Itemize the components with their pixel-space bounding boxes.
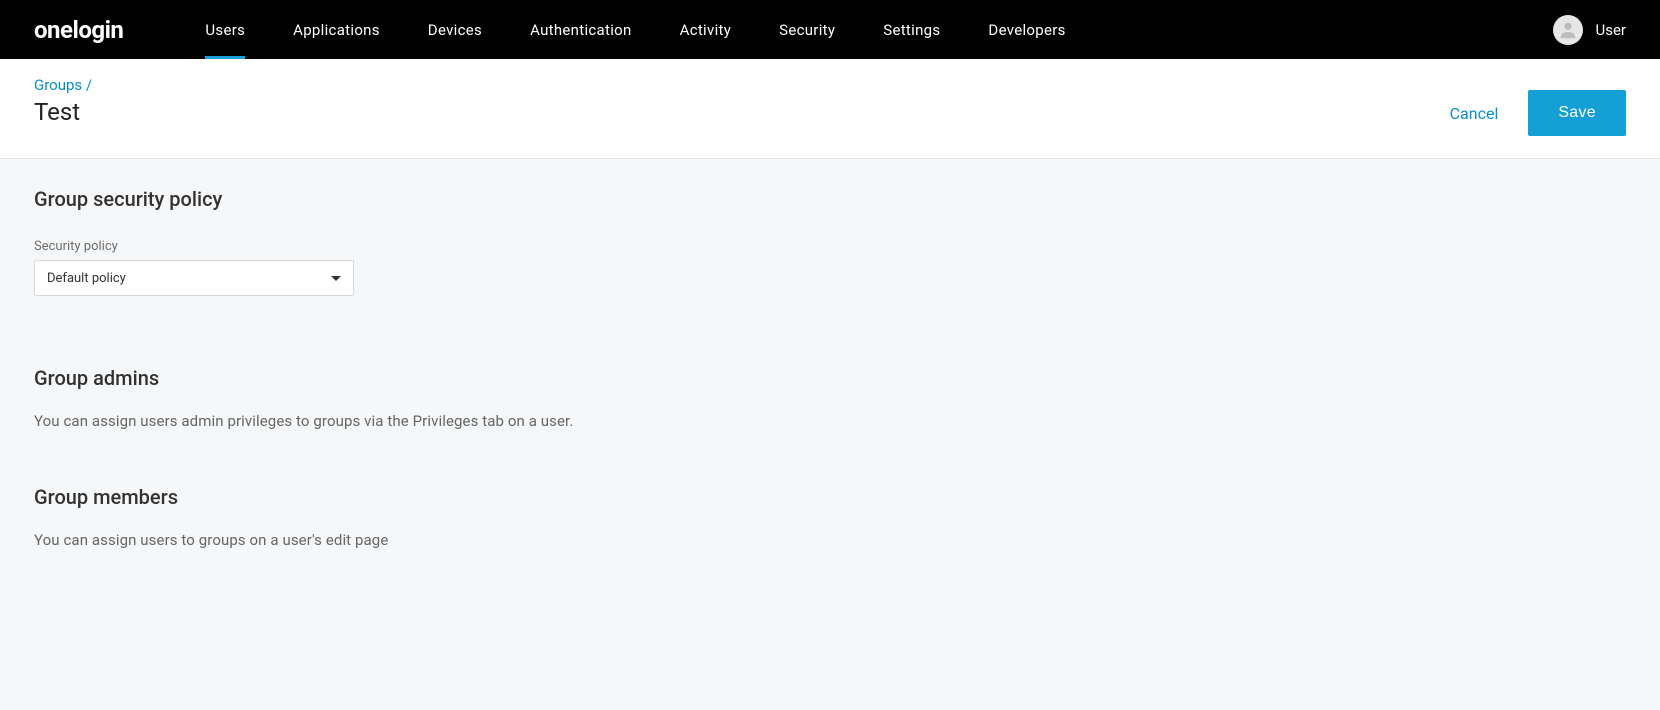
section-heading-admins: Group admins [34, 366, 1626, 390]
topbar: onelogin Users Applications Devices Auth… [0, 0, 1660, 59]
admins-helper-text: You can assign users admin privileges to… [34, 412, 1626, 430]
security-policy-label: Security policy [34, 239, 1626, 254]
cancel-button[interactable]: Cancel [1450, 104, 1499, 123]
main-nav: Users Applications Devices Authenticatio… [181, 0, 1089, 59]
content-area: Group security policy Security policy De… [0, 159, 1660, 647]
caret-down-icon [331, 276, 341, 281]
section-group-members: Group members You can assign users to gr… [34, 485, 1626, 549]
page-header: Groups / Test Cancel Save [0, 59, 1660, 159]
nav-applications[interactable]: Applications [269, 0, 404, 59]
nav-devices[interactable]: Devices [404, 0, 506, 59]
brand-logo[interactable]: onelogin [34, 16, 123, 44]
user-name-label: User [1595, 21, 1626, 39]
header-actions: Cancel Save [1450, 90, 1626, 136]
nav-settings[interactable]: Settings [859, 0, 964, 59]
section-group-admins: Group admins You can assign users admin … [34, 366, 1626, 430]
page-title: Test [34, 98, 92, 126]
section-heading-members: Group members [34, 485, 1626, 509]
nav-developers[interactable]: Developers [964, 0, 1089, 59]
section-security-policy: Group security policy Security policy De… [34, 187, 1626, 296]
security-policy-selected-value: Default policy [47, 271, 126, 286]
nav-authentication[interactable]: Authentication [506, 0, 656, 59]
user-menu[interactable]: User [1553, 15, 1626, 45]
nav-users[interactable]: Users [181, 0, 269, 59]
breadcrumb-separator: / [86, 76, 92, 94]
nav-security[interactable]: Security [755, 0, 859, 59]
breadcrumb: Groups / [34, 76, 92, 94]
breadcrumb-groups-link[interactable]: Groups [34, 76, 82, 94]
header-titles: Groups / Test [34, 76, 92, 126]
members-helper-text: You can assign users to groups on a user… [34, 531, 1626, 549]
avatar-icon [1553, 15, 1583, 45]
section-heading-policy: Group security policy [34, 187, 1626, 211]
security-policy-select[interactable]: Default policy [34, 260, 354, 296]
save-button[interactable]: Save [1528, 90, 1626, 136]
nav-activity[interactable]: Activity [656, 0, 756, 59]
